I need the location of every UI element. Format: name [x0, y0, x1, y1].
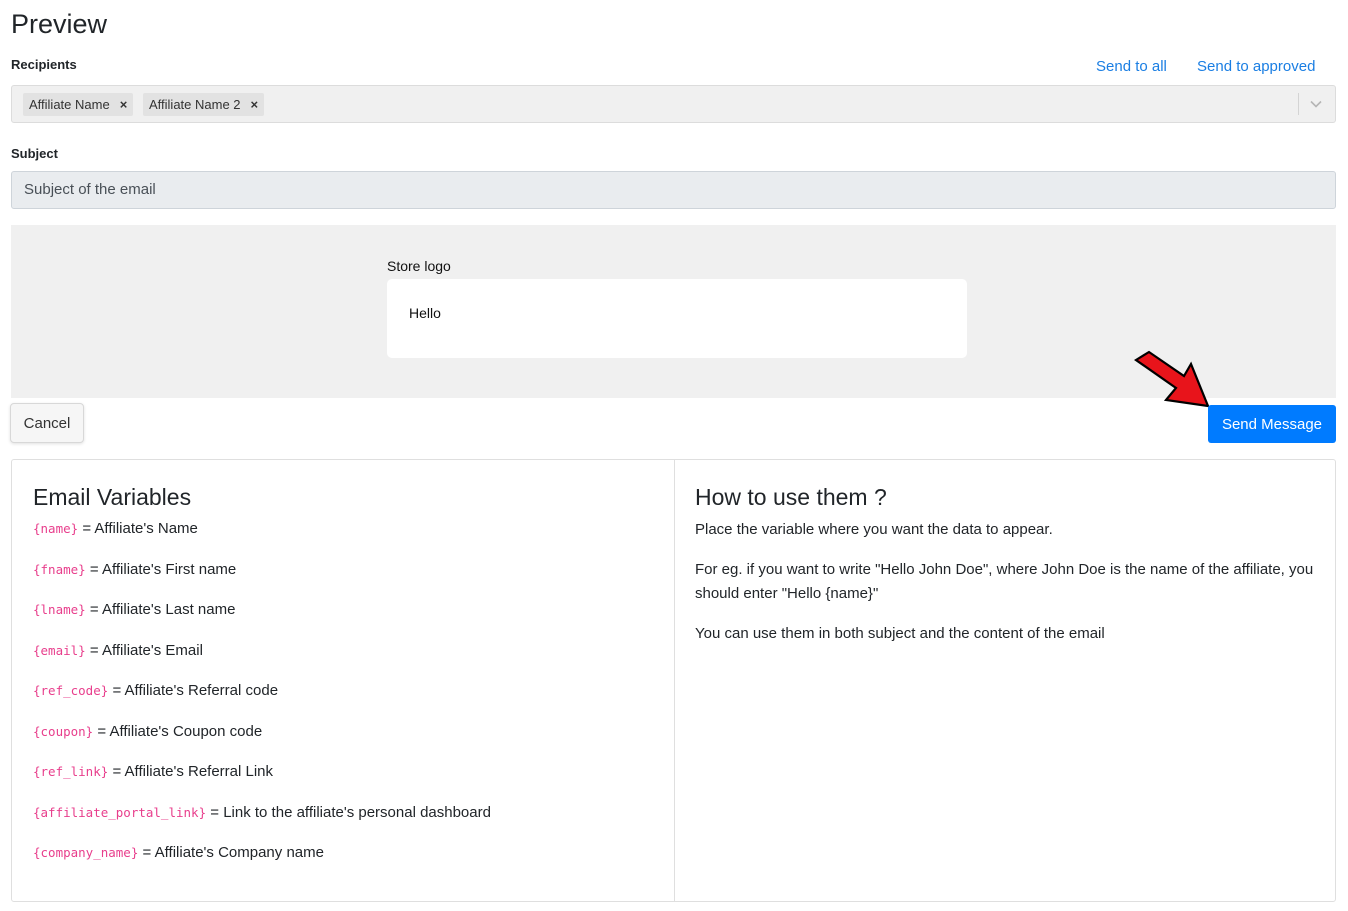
email-variables-section: Email Variables {name} = Affiliate's Nam…: [33, 482, 653, 883]
store-logo: Store logo: [387, 258, 451, 274]
variable-code: {lname}: [33, 602, 86, 617]
variable-row: {ref_link} = Affiliate's Referral Link: [33, 761, 653, 802]
variable-code: {email}: [33, 642, 86, 658]
send-to-all-link[interactable]: Send to all: [1096, 58, 1167, 75]
red-arrow-icon: [1133, 350, 1210, 408]
variable-row: {company_name} = Affiliate's Company nam…: [33, 842, 653, 883]
variable-code: {company_name}: [33, 845, 139, 860]
how-to-use-section: How to use them ? Place the variable whe…: [695, 482, 1315, 662]
email-body-card: Hello: [387, 279, 967, 358]
email-variables-title: Email Variables: [33, 484, 192, 510]
variable-row: {email} = Affiliate's Email: [33, 640, 653, 681]
variable-row: {name} = Affiliate's Name: [33, 518, 653, 559]
recipient-tag-label: Affiliate Name 2: [149, 97, 241, 112]
recipients-label: Recipients: [11, 57, 77, 72]
close-icon[interactable]: ×: [251, 93, 259, 116]
variable-desc: = Affiliate's Company name: [142, 844, 324, 861]
recipient-tag: Affiliate Name ×: [23, 93, 134, 116]
recipient-tag-label: Affiliate Name: [29, 97, 110, 112]
variable-desc: = Affiliate's Name: [82, 520, 198, 537]
how-to-paragraph: You can use them in both subject and the…: [695, 625, 1105, 642]
variable-desc: = Affiliate's Referral code: [112, 682, 279, 699]
variables-info-card: Email Variables {name} = Affiliate's Nam…: [11, 459, 1336, 902]
variable-desc: = Affiliate's Last name: [89, 601, 236, 618]
email-body-text: Hello: [409, 305, 441, 321]
cancel-button[interactable]: Cancel: [10, 403, 84, 443]
variable-code: {name}: [33, 521, 79, 536]
variable-code: {ref_code}: [33, 683, 109, 698]
variable-desc: = Affiliate's Referral Link: [112, 763, 274, 780]
variable-row: {fname} = Affiliate's First name: [33, 559, 653, 600]
close-icon[interactable]: ×: [120, 93, 128, 116]
column-divider: [674, 460, 675, 901]
subject-label: Subject: [11, 146, 58, 161]
select-divider: [1298, 93, 1299, 115]
variable-code: {ref_link}: [33, 764, 109, 779]
variable-row: {coupon} = Affiliate's Coupon code: [33, 721, 653, 762]
recipient-tag: Affiliate Name 2 ×: [143, 93, 265, 116]
variable-row: {lname} = Affiliate's Last name: [33, 599, 653, 640]
variable-row: {affiliate_portal_link} = Link to the af…: [33, 802, 653, 843]
recipients-select[interactable]: Affiliate Name × Affiliate Name 2 ×: [11, 85, 1336, 123]
variable-desc: = Affiliate's Email: [89, 641, 203, 659]
page-title: Preview: [11, 9, 108, 39]
variable-desc: = Affiliate's Coupon code: [97, 722, 263, 740]
variable-code: {fname}: [33, 561, 86, 577]
how-to-use-title: How to use them ?: [695, 484, 887, 510]
chevron-down-icon[interactable]: [1309, 97, 1323, 111]
variable-desc: = Affiliate's First name: [89, 560, 237, 578]
variable-code: {coupon}: [33, 723, 94, 739]
variable-code: {affiliate_portal_link}: [33, 804, 207, 820]
how-to-paragraph: For eg. if you want to write "Hello John…: [695, 561, 1314, 602]
subject-input[interactable]: Subject of the email: [11, 171, 1336, 209]
send-to-approved-link[interactable]: Send to approved: [1197, 58, 1315, 75]
send-message-button[interactable]: Send Message: [1208, 405, 1336, 443]
variable-desc: = Link to the affiliate's personal dashb…: [210, 803, 491, 821]
how-to-paragraph: Place the variable where you want the da…: [695, 521, 1053, 538]
variable-row: {ref_code} = Affiliate's Referral code: [33, 680, 653, 721]
